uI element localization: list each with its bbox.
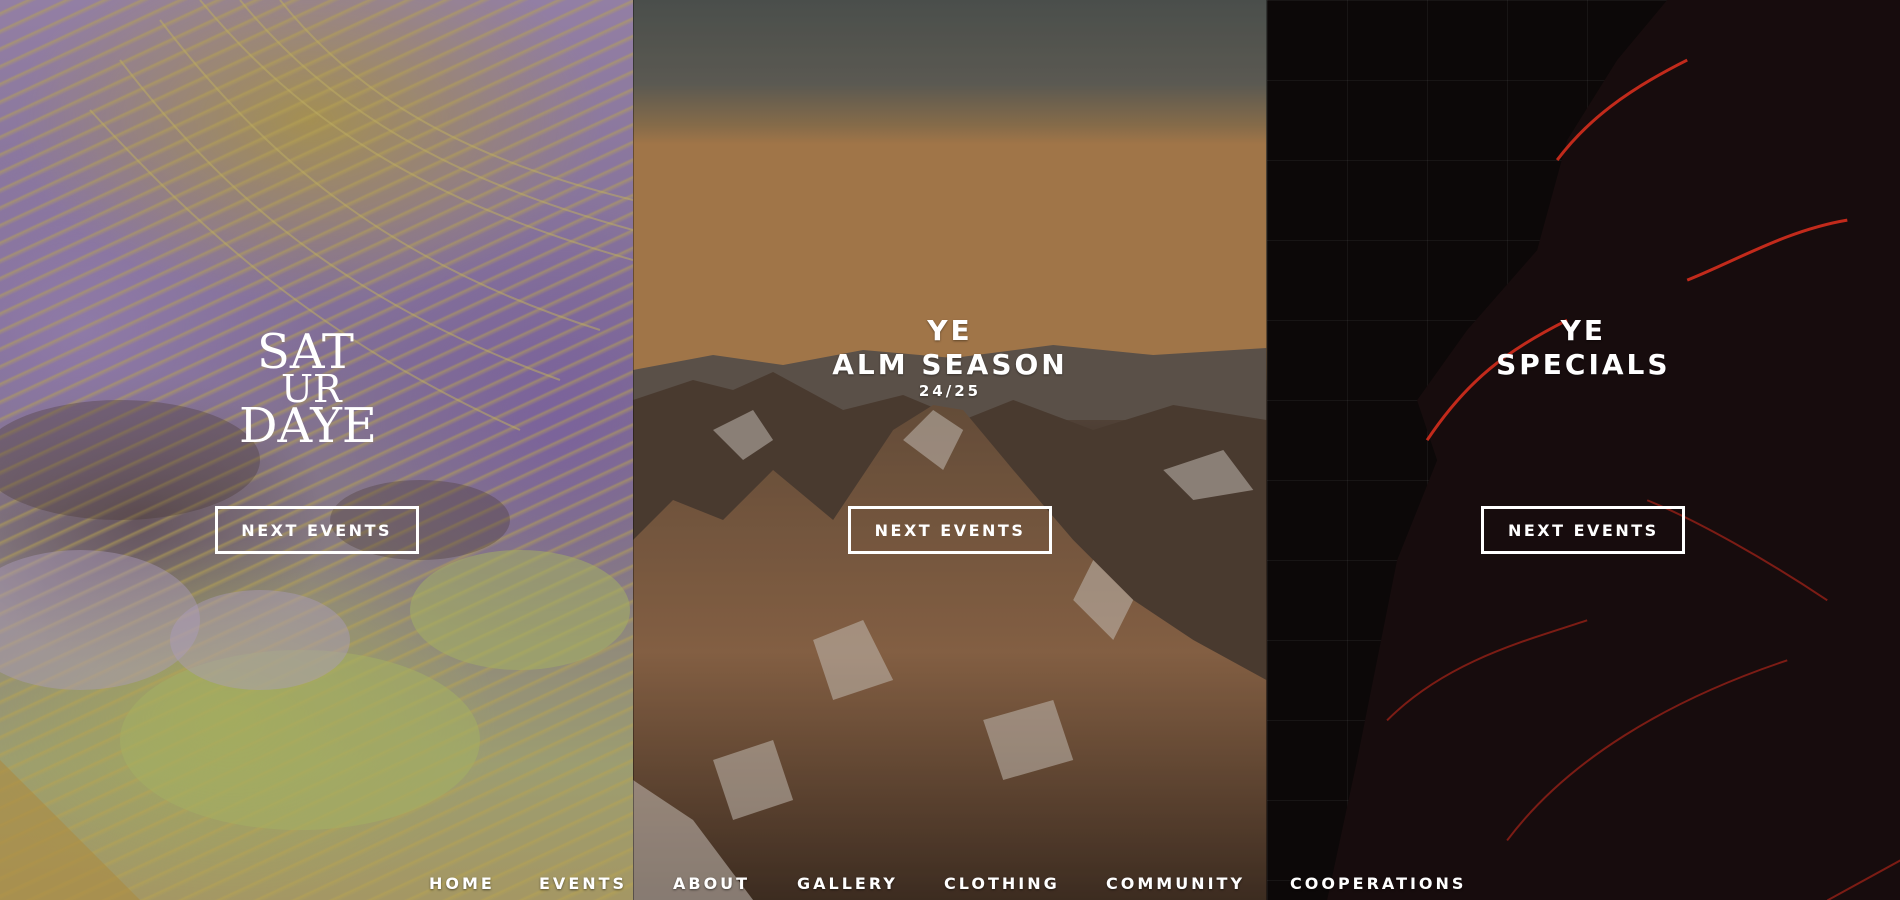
alm-season-title-line2: ALM SEASON xyxy=(832,348,1068,381)
next-events-button-saturdaye[interactable]: NEXT EVENTS xyxy=(214,506,419,554)
alm-season-subtitle: 24/25 xyxy=(918,382,982,400)
panel-alm-season[interactable]: YE ALM SEASON 24/25 NEXT EVENTS xyxy=(633,0,1267,900)
main-nav: HOME EVENTS ABOUT GALLERY CLOTHING COMMU… xyxy=(0,868,1900,900)
panel-specials[interactable]: YE SPECIALS NEXT EVENTS xyxy=(1266,0,1900,900)
next-events-button-alm-season[interactable]: NEXT EVENTS xyxy=(847,506,1052,554)
panel-saturdaye[interactable]: SAT UR DAYE NEXT EVENTS xyxy=(0,0,634,900)
hero-panels: SAT UR DAYE NEXT EVENTS YE ALM SEASON 24… xyxy=(0,0,1900,900)
next-events-button-specials[interactable]: NEXT EVENTS xyxy=(1481,506,1686,554)
nav-item-events[interactable]: EVENTS xyxy=(539,874,627,893)
specials-title: YE SPECIALS xyxy=(1267,314,1900,382)
nav-item-about[interactable]: ABOUT xyxy=(673,874,750,893)
saturdaye-logo: SAT UR DAYE xyxy=(239,324,377,450)
alm-season-title: YE ALM SEASON 24/25 xyxy=(633,314,1266,400)
nav-item-clothing[interactable]: CLOTHING xyxy=(944,874,1060,893)
specials-title-line1: YE xyxy=(1560,314,1607,347)
alm-season-title-line1: YE xyxy=(927,314,973,347)
svg-text:DAYE: DAYE xyxy=(239,398,377,450)
panel-alm-season-content: YE ALM SEASON 24/25 NEXT EVENTS xyxy=(633,0,1266,900)
panel-specials-content: YE SPECIALS NEXT EVENTS xyxy=(1267,0,1900,900)
nav-item-community[interactable]: COMMUNITY xyxy=(1106,874,1245,893)
nav-item-cooperations[interactable]: COOPERATIONS xyxy=(1290,874,1466,893)
nav-item-home[interactable]: HOME xyxy=(429,874,495,893)
nav-item-gallery[interactable]: GALLERY xyxy=(797,874,898,893)
specials-title-line2: SPECIALS xyxy=(1496,348,1671,381)
panel-saturdaye-content: SAT UR DAYE NEXT EVENTS xyxy=(0,0,633,900)
